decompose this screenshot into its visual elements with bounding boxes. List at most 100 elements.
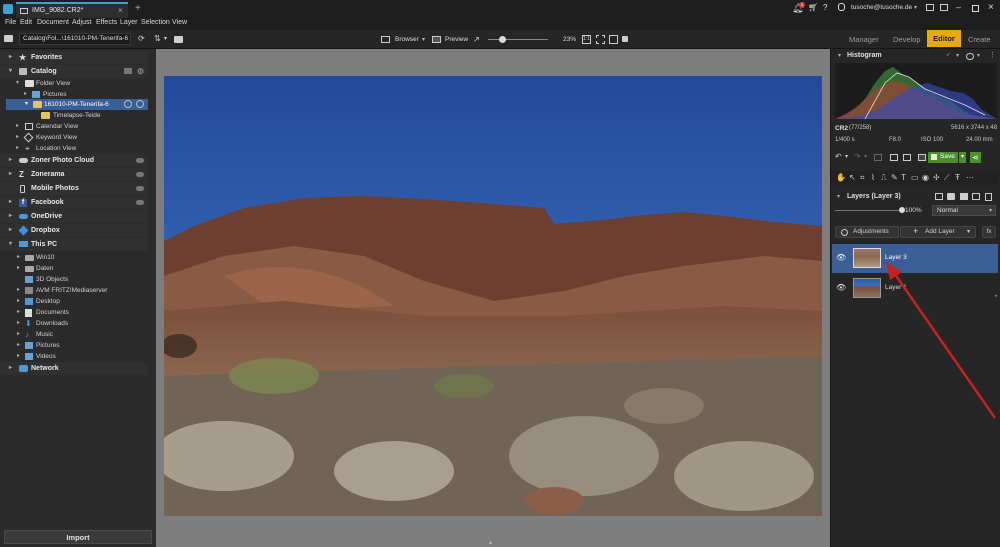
discard-icon[interactable]: [918, 154, 926, 161]
user-icon[interactable]: [838, 3, 845, 11]
collapse-arrow-icon[interactable]: ▾: [837, 193, 840, 200]
brush-tool-icon[interactable]: ✎: [891, 173, 898, 183]
document-tab[interactable]: IMG_9082.CR2* ×: [16, 2, 128, 18]
merge-layer-icon[interactable]: [972, 193, 980, 200]
help-icon[interactable]: ?: [823, 3, 827, 12]
sidebar-mobile-photos[interactable]: Mobile Photos: [0, 182, 148, 195]
straighten-tool-icon[interactable]: ⌇: [871, 173, 875, 183]
tab-develop[interactable]: Develop: [893, 35, 921, 44]
paste-settings-icon[interactable]: [903, 154, 911, 161]
import-button[interactable]: Import: [4, 530, 152, 544]
tree-pc-item[interactable]: ▸ Videos: [0, 351, 148, 362]
sort-dropdown-icon[interactable]: ▾: [164, 34, 167, 44]
opacity-slider[interactable]: [835, 207, 905, 213]
history-icon[interactable]: [874, 154, 882, 161]
zoom-slider-handle[interactable]: [499, 36, 506, 43]
tree-location-view[interactable]: ▸ ⌖ Location View: [0, 143, 148, 154]
collapse-arrow-icon[interactable]: ▾: [838, 52, 841, 59]
expand-arrow-icon[interactable]: ▸: [17, 329, 20, 340]
expand-arrow-icon[interactable]: ▸: [17, 318, 20, 329]
expand-arrow-icon[interactable]: ▸: [17, 285, 20, 296]
undo-dropdown-icon[interactable]: ▾: [845, 152, 848, 162]
browser-icon[interactable]: [381, 36, 390, 43]
menu-adjust[interactable]: Adjust: [72, 19, 91, 26]
refresh-icon[interactable]: ⟳: [138, 34, 145, 44]
perspective-tool-icon[interactable]: ⎍: [881, 173, 887, 183]
expand-arrow-icon[interactable]: ▸: [9, 362, 12, 375]
zoom-slider[interactable]: [488, 36, 548, 43]
histogram-header[interactable]: ▾ Histogram ◜ ▾ ▾ ⋮: [831, 50, 999, 63]
fit-icon[interactable]: [596, 35, 605, 44]
tab-create[interactable]: Create: [968, 35, 991, 44]
menu-document[interactable]: Document: [37, 19, 69, 26]
tree-calendar-view[interactable]: ▸ Calendar View: [0, 121, 148, 132]
photo-canvas[interactable]: [164, 76, 822, 516]
actual-size-icon[interactable]: 1:1: [582, 35, 591, 44]
layers-header[interactable]: ▾ Layers (Layer 3): [831, 191, 999, 203]
lock-icon[interactable]: [622, 36, 628, 42]
browser-button[interactable]: Browser: [395, 36, 419, 43]
expand-arrow-icon[interactable]: ▸: [17, 340, 20, 351]
account-name[interactable]: tusoche@tusoche.de: [851, 4, 912, 11]
share-icon[interactable]: ⋖: [970, 152, 981, 163]
expand-arrow-icon[interactable]: ▸: [16, 143, 19, 154]
menu-file[interactable]: File: [5, 19, 16, 26]
expand-arrow-icon[interactable]: ▸: [16, 121, 19, 132]
expand-arrow-icon[interactable]: ▸: [17, 351, 20, 362]
tree-pc-item[interactable]: ▸ Pictures: [0, 340, 148, 351]
expand-arrow-icon[interactable]: ▸: [9, 224, 12, 237]
tree-pc-item[interactable]: 3D Objects: [0, 274, 148, 285]
tab-editor[interactable]: Editor: [927, 30, 961, 47]
close-window-button[interactable]: ×: [988, 2, 994, 13]
redo-icon[interactable]: ↷: [854, 152, 861, 162]
tree-folder-view[interactable]: ▾ Folder View: [0, 78, 148, 89]
text-size-tool-icon[interactable]: Ŧ: [955, 173, 960, 183]
copy-settings-icon[interactable]: [890, 154, 898, 161]
sort-icon[interactable]: ⇅: [154, 34, 161, 44]
tree-pc-item[interactable]: ▸ ♪ Music: [0, 329, 148, 340]
cart-icon[interactable]: 🛒︎: [808, 3, 818, 12]
duplicate-layer-icon[interactable]: [935, 193, 943, 200]
adjustments-button[interactable]: Adjustments: [835, 226, 899, 238]
select-tool-icon[interactable]: ↖: [849, 173, 856, 183]
tree-selected-folder[interactable]: ▾ 161010-PM-Tenerifa-6: [6, 99, 148, 110]
browser-dropdown-icon[interactable]: ▾: [422, 36, 425, 43]
histogram-mode-icon[interactable]: ◜: [947, 52, 950, 60]
window-settings-icon[interactable]: [940, 4, 948, 11]
histogram-channel-icon[interactable]: [966, 53, 974, 60]
sidebar-scrollbar[interactable]: [150, 49, 154, 529]
expand-arrow-icon[interactable]: ▸: [17, 296, 20, 307]
sidebar-zoner-cloud[interactable]: ▸ Zoner Photo Cloud: [0, 154, 148, 167]
image-canvas-area[interactable]: ▴: [156, 49, 830, 547]
crop-tool-icon[interactable]: ⌗: [860, 173, 865, 183]
undo-icon[interactable]: ↶: [835, 152, 842, 162]
preview-icon[interactable]: [432, 36, 441, 43]
menu-view[interactable]: View: [172, 19, 187, 26]
shapes-tool-icon[interactable]: ▭: [911, 173, 919, 183]
add-layer-button[interactable]: + Add Layer ▾: [900, 226, 976, 238]
mask-icon[interactable]: [947, 193, 955, 200]
save-dropdown-icon[interactable]: ▾: [959, 152, 966, 163]
collapse-arrow-icon[interactable]: ▾: [9, 65, 12, 78]
expand-arrow-icon[interactable]: ▸: [9, 196, 12, 209]
sidebar-network[interactable]: ▸ Network: [0, 362, 148, 375]
catalog-add-icon[interactable]: [124, 68, 132, 74]
blend-mode-select[interactable]: Normal ▾: [932, 205, 996, 216]
catalog-settings-icon[interactable]: ⚙: [137, 65, 144, 78]
tab-manager[interactable]: Manager: [849, 35, 879, 44]
tree-pc-item[interactable]: ▸ Desktop: [0, 296, 148, 307]
collapse-arrow-icon[interactable]: ▾: [25, 99, 28, 110]
tree-pc-item[interactable]: ▸ Daten: [0, 263, 148, 274]
layer-folder-icon[interactable]: [960, 193, 968, 200]
sidebar-facebook[interactable]: ▸ f Facebook: [0, 196, 148, 209]
collapse-arrow-icon[interactable]: ▾: [16, 78, 19, 89]
account-dropdown-icon[interactable]: ▾: [914, 4, 917, 11]
menu-selection[interactable]: Selection: [141, 19, 170, 26]
menu-edit[interactable]: Edit: [20, 19, 32, 26]
expand-arrow-icon[interactable]: ▸: [9, 210, 12, 223]
sidebar-this-pc[interactable]: ▾ This PC: [0, 238, 148, 251]
histogram-dropdown-icon[interactable]: ▾: [956, 52, 959, 59]
panel-options-icon[interactable]: ⋮: [989, 51, 996, 59]
tree-pc-item[interactable]: ▸ Documents: [0, 307, 148, 318]
open-external-icon[interactable]: ↗: [473, 35, 480, 44]
